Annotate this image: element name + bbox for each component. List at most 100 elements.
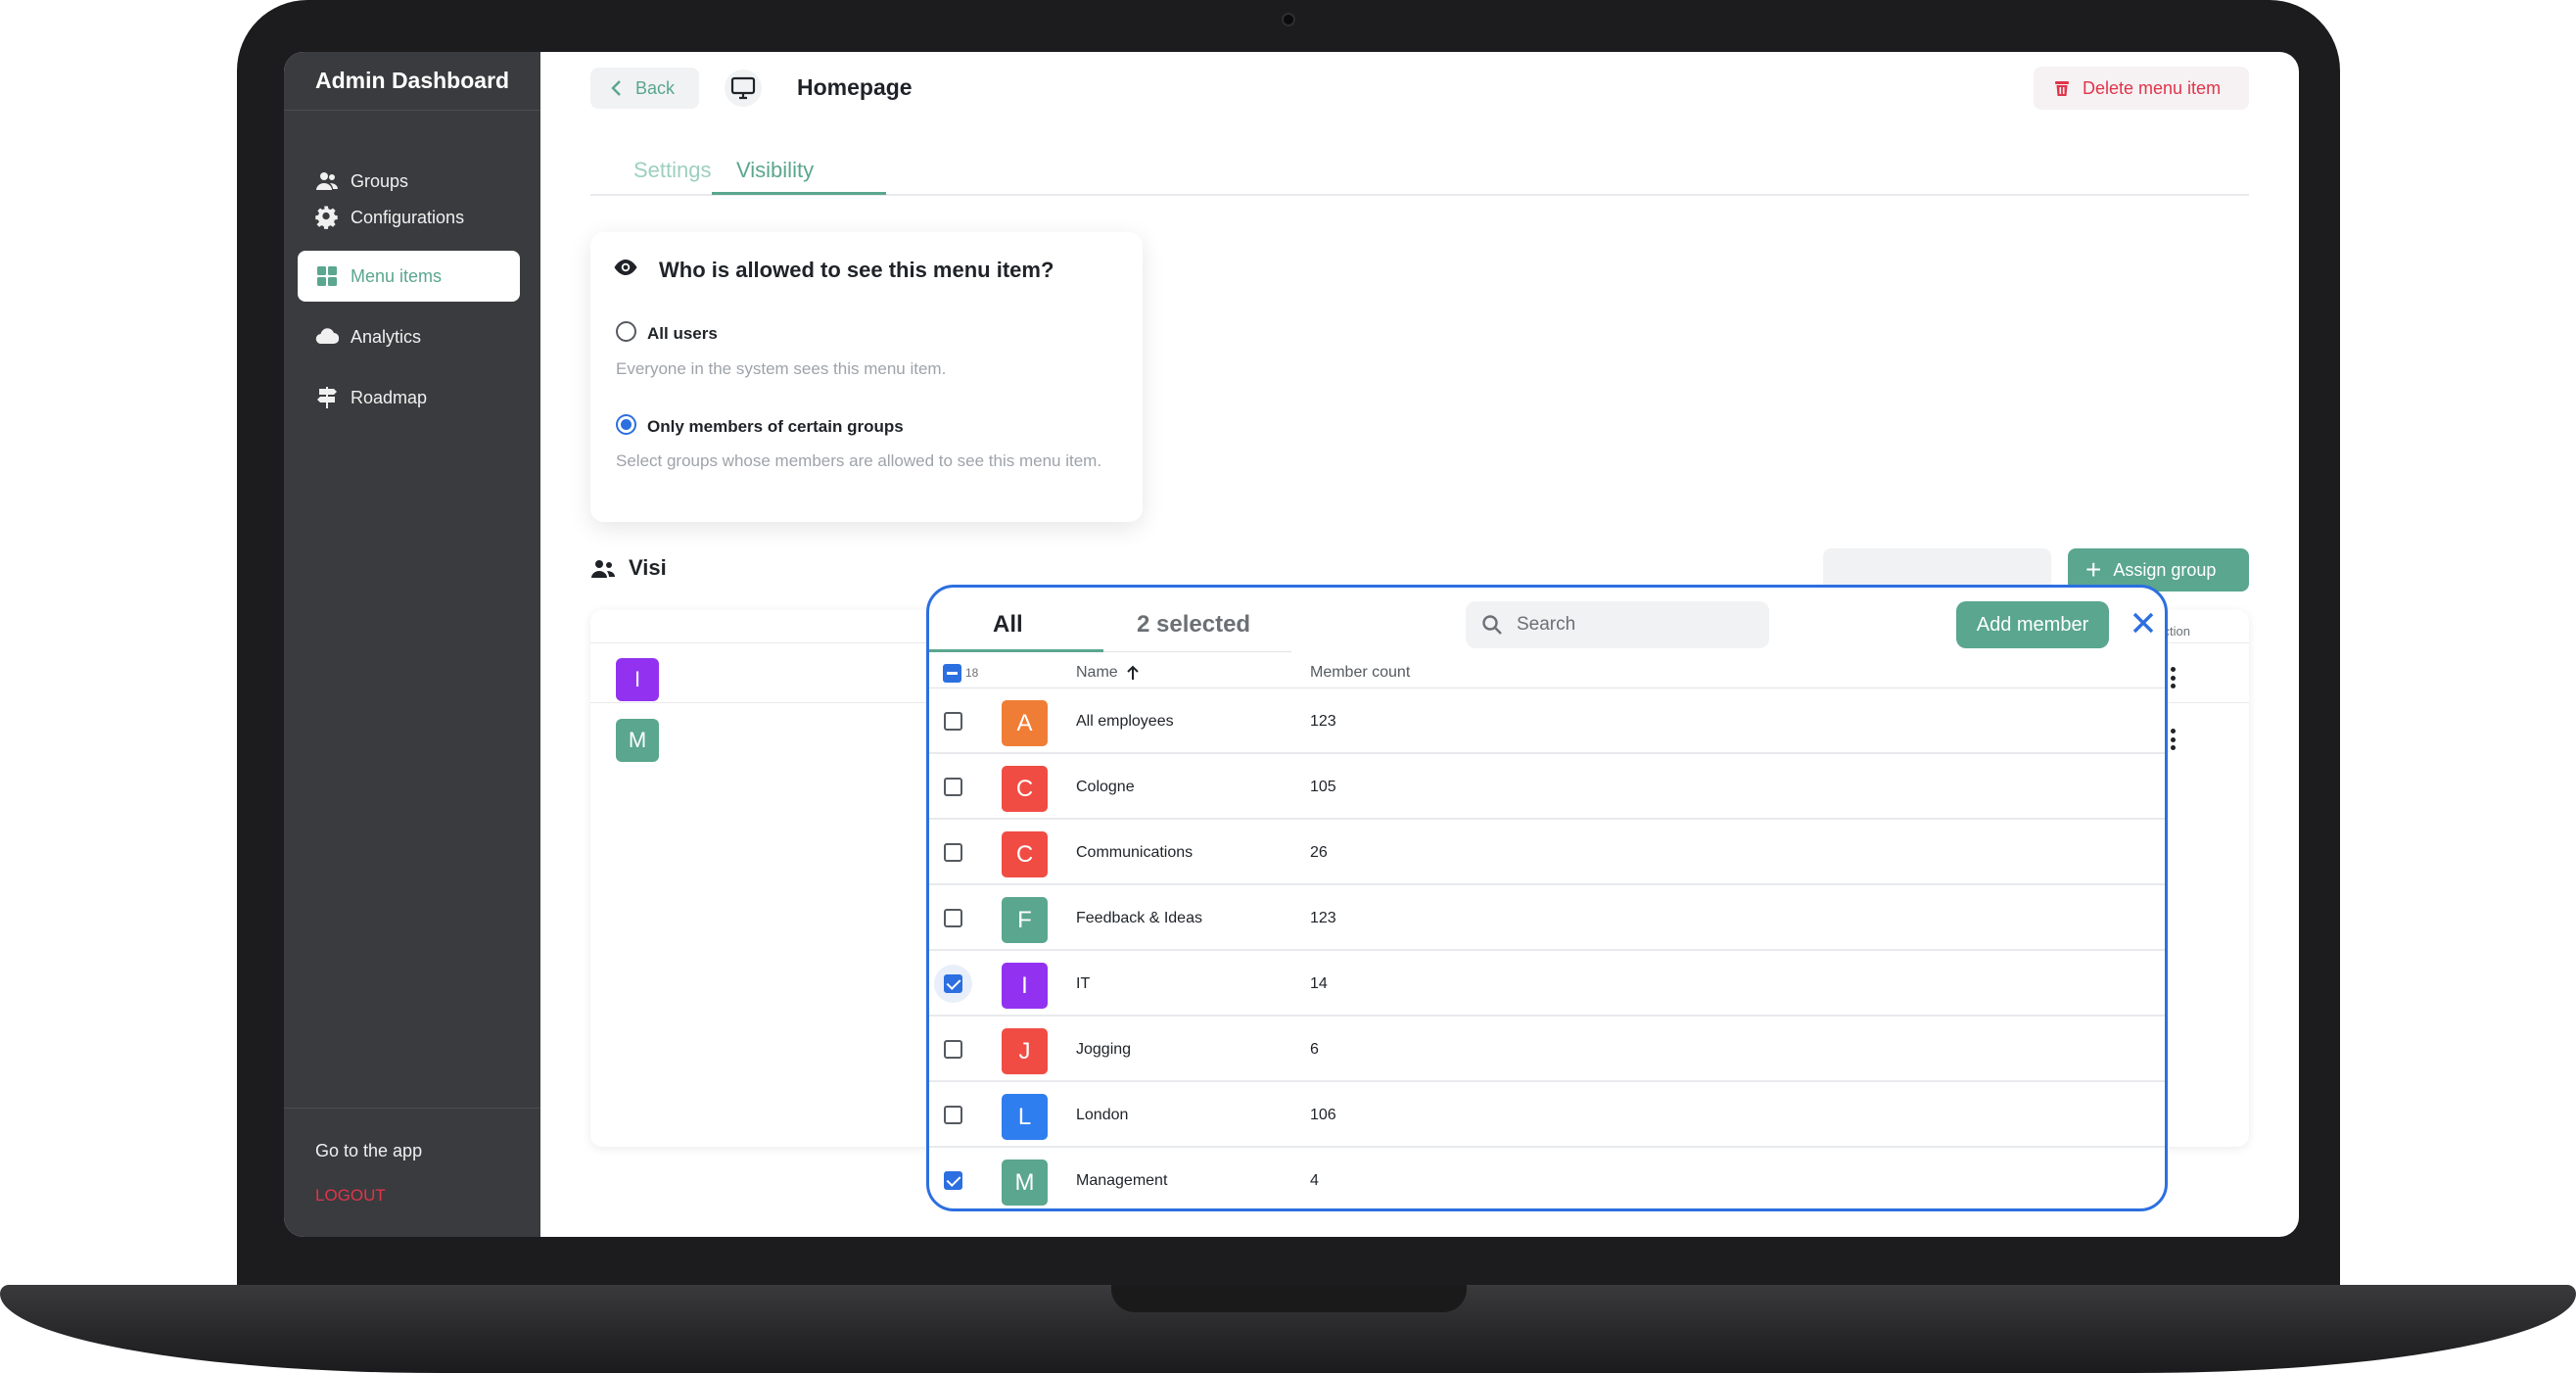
radio-all-users[interactable] (616, 321, 636, 342)
sidebar-item-label: Configurations (351, 207, 465, 227)
table-row[interactable]: A All employees 123 (929, 688, 2165, 754)
member-count: 26 (1310, 844, 1328, 861)
delete-menu-item-button[interactable]: Delete menu item (2034, 67, 2249, 110)
row-checkbox[interactable] (944, 778, 962, 796)
add-member-button[interactable]: Add member (1956, 601, 2109, 648)
active-tab-indicator (929, 649, 1103, 652)
camera (1282, 13, 1295, 26)
logout-link[interactable]: LOGOUT (315, 1186, 386, 1206)
signpost-icon (317, 387, 337, 408)
chevron-left-icon (611, 80, 621, 96)
main-content: Back Homepage Delete menu item Settings … (540, 52, 2299, 1237)
more-actions-icon[interactable] (2170, 667, 2176, 688)
page-title: Homepage (797, 74, 913, 100)
select-all-checkbox[interactable] (943, 664, 961, 683)
assign-label: Assign group (2113, 559, 2217, 580)
more-actions-icon[interactable] (2170, 729, 2176, 750)
close-icon[interactable] (2129, 608, 2158, 638)
member-count: 106 (1310, 1107, 1336, 1123)
section-title: Visi (629, 555, 667, 580)
screen: Admin Dashboard Groups Configurations Me… (284, 52, 2299, 1237)
group-name: IT (1076, 975, 1091, 992)
group-name: Cologne (1076, 779, 1135, 795)
column-header-member-count[interactable]: Member count (1310, 658, 1410, 687)
sidebar-item-configurations[interactable]: Configurations (298, 192, 520, 243)
avatar: A (1002, 700, 1048, 746)
eye-icon (614, 260, 637, 275)
group-picker-popup: All 2 selected Search Add member 18 Name… (926, 585, 2168, 1211)
sidebar-item-label: Menu items (351, 265, 443, 286)
group-name: Jogging (1076, 1041, 1132, 1058)
plus-icon: + (2085, 554, 2102, 585)
visibility-question: Who is allowed to see this menu item? (659, 258, 1054, 282)
cloud-icon (315, 328, 339, 345)
group-name: London (1076, 1107, 1129, 1123)
avatar: F (1002, 897, 1048, 943)
table-row[interactable]: C Communications 26 (929, 820, 2165, 885)
tab-selected[interactable]: 2 selected (1137, 611, 1250, 639)
search-input[interactable]: Search (1466, 601, 1769, 648)
divider (284, 1108, 540, 1109)
option-label: All users (647, 324, 718, 343)
member-count: 14 (1310, 975, 1328, 992)
table-row[interactable]: I IT 14 (929, 951, 2165, 1017)
avatar: L (1002, 1094, 1048, 1140)
divider (284, 110, 540, 111)
sidebar-item-label: Roadmap (351, 387, 428, 407)
table-row[interactable]: L London 106 (929, 1082, 2165, 1148)
member-count: 105 (1310, 779, 1336, 795)
avatar: M (1002, 1160, 1048, 1206)
option-description: Everyone in the system sees this menu it… (616, 359, 947, 378)
column-header-name[interactable]: Name (1076, 658, 1140, 687)
avatar: I (616, 658, 659, 701)
row-checkbox[interactable] (944, 974, 962, 993)
avatar: M (616, 719, 659, 762)
laptop-notch (1111, 1285, 1467, 1312)
row-checkbox[interactable] (944, 1106, 962, 1124)
trash-icon (2055, 81, 2069, 96)
member-count: 4 (1310, 1172, 1319, 1189)
monitor-icon (725, 70, 762, 107)
table-row[interactable]: F Feedback & Ideas 123 (929, 885, 2165, 951)
sidebar-item-roadmap[interactable]: Roadmap (298, 372, 520, 423)
users-icon (316, 172, 338, 190)
row-checkbox[interactable] (944, 1040, 962, 1059)
table-row[interactable]: M Management 4 (929, 1148, 2165, 1208)
sidebar-item-menu-items[interactable]: Menu items (298, 251, 520, 302)
row-checkbox[interactable] (944, 712, 962, 731)
gear-icon (315, 206, 338, 229)
sidebar: Admin Dashboard Groups Configurations Me… (284, 52, 540, 1237)
group-name: All employees (1076, 713, 1174, 730)
member-count: 6 (1310, 1041, 1319, 1058)
active-tab-indicator (712, 192, 886, 195)
delete-label: Delete menu item (2083, 77, 2222, 98)
avatar: C (1002, 766, 1048, 812)
sidebar-title: Admin Dashboard (315, 68, 510, 93)
search-icon (1482, 615, 1502, 635)
tab-settings[interactable]: Settings (633, 158, 712, 183)
group-name: Management (1076, 1172, 1168, 1189)
sidebar-item-label: Groups (351, 170, 409, 191)
grid-icon (317, 266, 337, 286)
sidebar-item-analytics[interactable]: Analytics (298, 311, 520, 362)
group-name: Feedback & Ideas (1076, 910, 1202, 926)
table-row[interactable]: C Cologne 105 (929, 754, 2165, 820)
row-checkbox[interactable] (944, 1171, 962, 1190)
go-to-app-link[interactable]: Go to the app (315, 1141, 422, 1161)
member-count: 123 (1310, 910, 1336, 926)
avatar: I (1002, 963, 1048, 1009)
back-label: Back (635, 77, 676, 98)
back-button[interactable]: Back (590, 68, 699, 109)
sort-arrow-up-icon (1126, 665, 1139, 680)
search-placeholder: Search (1517, 614, 1576, 635)
avatar: J (1002, 1028, 1048, 1074)
users-icon (591, 560, 615, 578)
row-checkbox[interactable] (944, 909, 962, 927)
total-count: 18 (965, 666, 979, 680)
avatar: C (1002, 831, 1048, 877)
radio-certain-groups[interactable] (616, 414, 636, 435)
row-checkbox[interactable] (944, 843, 962, 862)
tab-visibility[interactable]: Visibility (736, 158, 814, 183)
table-row[interactable]: J Jogging 6 (929, 1017, 2165, 1082)
tab-all[interactable]: All (993, 611, 1023, 639)
